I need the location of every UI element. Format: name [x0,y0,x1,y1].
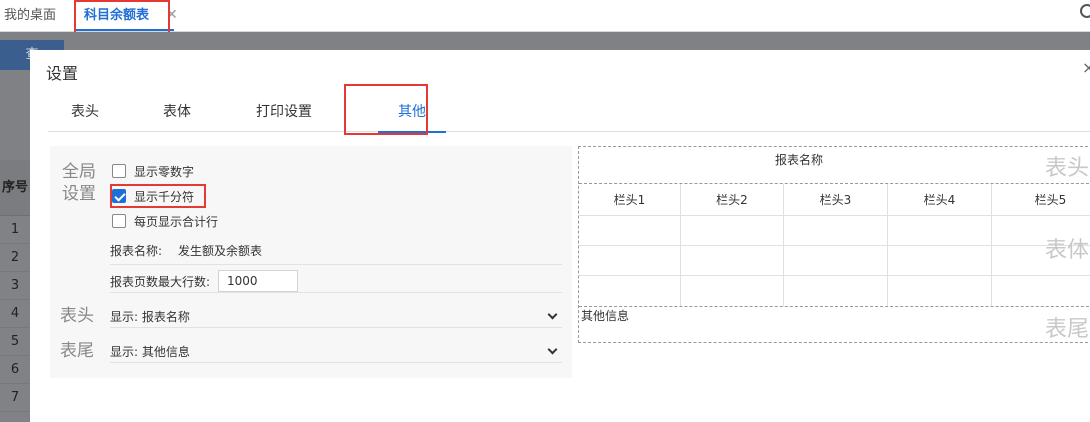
report-name-row: 报表名称: 发生额及余额表 [110,242,562,265]
footer-display-value: 显示: 其他信息 [110,345,190,359]
preview-body-cell [579,276,681,306]
preview-body-cell [992,276,1090,306]
table-row: 2 [0,244,30,272]
table-row: 7 [0,384,30,412]
show-total-checkbox[interactable] [112,214,126,228]
preview-footer-watermark: 表尾 [1044,317,1089,342]
show-zero-label: 显示零数字 [134,164,195,179]
tab-my-desktop[interactable]: 我的桌面 [4,0,56,31]
preview-body-row [579,246,1090,276]
preview-body-cell [681,276,784,306]
preview-body-cell [888,246,992,275]
preview-column-header: 栏头4 [888,184,992,215]
max-rows-row: 报表页数最大行数: 1000 [110,270,562,293]
dialog-tab-bar: 表头 表体 打印设置 其他 [48,92,1090,133]
preview-column-header: 栏头1 [579,184,681,215]
global-label-line2: 设置 [62,184,96,204]
seq-column-header: 序号 [0,160,30,216]
report-name-value: 发生额及余额表 [178,244,263,258]
global-label-line1: 全局 [62,162,96,182]
settings-dialog: 设置 × 表头 表体 打印设置 其他 全局 设置 显示零数字 显示千分符 每页显… [30,50,1090,422]
table-row: 5 [0,328,30,356]
tab-header[interactable]: 表头 [70,92,100,132]
preview-body-cell [784,276,888,306]
preview-body-cell [681,216,784,245]
chevron-down-icon [547,344,558,355]
header-section-label: 表头 [60,306,94,326]
show-total-label: 每页显示合计行 [134,214,219,229]
highlight-box-thousands [110,184,206,208]
show-zero-option[interactable]: 显示零数字 [112,161,194,181]
preview-body-watermark: 表体 [1044,238,1089,263]
settings-panel: 全局 设置 显示零数字 显示千分符 每页显示合计行 报表名称: 发生额及余额表 … [50,146,572,378]
search-icon[interactable] [1080,4,1090,18]
highlight-box-other-tab [344,84,428,135]
preview-header-row: 栏头1 栏头2 栏头3 栏头4 栏头5 [579,184,1090,216]
table-row: 1 [0,216,30,244]
preview-column-header: 栏头2 [681,184,784,215]
preview-report-name: 报表名称 [774,153,823,167]
preview-body-cell [681,246,784,275]
highlight-box-active-tab [74,0,170,36]
footer-display-select[interactable]: 显示: 其他信息 [110,343,562,363]
preview-body-cell [579,246,681,275]
dialog-title: 设置 [46,64,79,83]
footer-section-label: 表尾 [60,341,94,361]
header-display-value: 显示: 报表名称 [110,310,190,324]
max-rows-label: 报表页数最大行数: [110,275,211,289]
global-settings-label: 全局 设置 [62,161,96,205]
preview-header-watermark: 表头 [1044,156,1089,181]
preview-body-row [579,216,1090,246]
table-row: 3 [0,272,30,300]
tab-print-settings[interactable]: 打印设置 [254,92,314,132]
preview-body-cell [784,216,888,245]
dialog-close-icon[interactable]: × [1082,58,1090,77]
show-total-option[interactable]: 每页显示合计行 [112,211,218,231]
preview-column-header: 栏头3 [784,184,888,215]
preview-table: 栏头1 栏头2 栏头3 栏头4 栏头5 [579,183,1090,307]
tab-body[interactable]: 表体 [162,92,192,132]
preview-body-cell [784,246,888,275]
table-row: 6 [0,356,30,384]
show-zero-checkbox[interactable] [112,164,126,178]
preview-footer-text: 其他信息 [581,309,630,323]
preview-body-row [579,276,1090,306]
layout-preview: 报表名称 表头 栏头1 栏头2 栏头3 栏头4 栏头5 表体 其他信息 表尾 [578,146,1090,343]
table-row: 4 [0,300,30,328]
chevron-down-icon [547,309,558,320]
preview-column-header: 栏头5 [1034,193,1067,207]
report-name-label: 报表名称: [110,244,163,258]
max-rows-input[interactable]: 1000 [218,270,298,292]
header-display-select[interactable]: 显示: 报表名称 [110,308,562,328]
preview-body-cell [888,216,992,245]
preview-body-cell [579,216,681,245]
preview-body-cell [888,276,992,306]
